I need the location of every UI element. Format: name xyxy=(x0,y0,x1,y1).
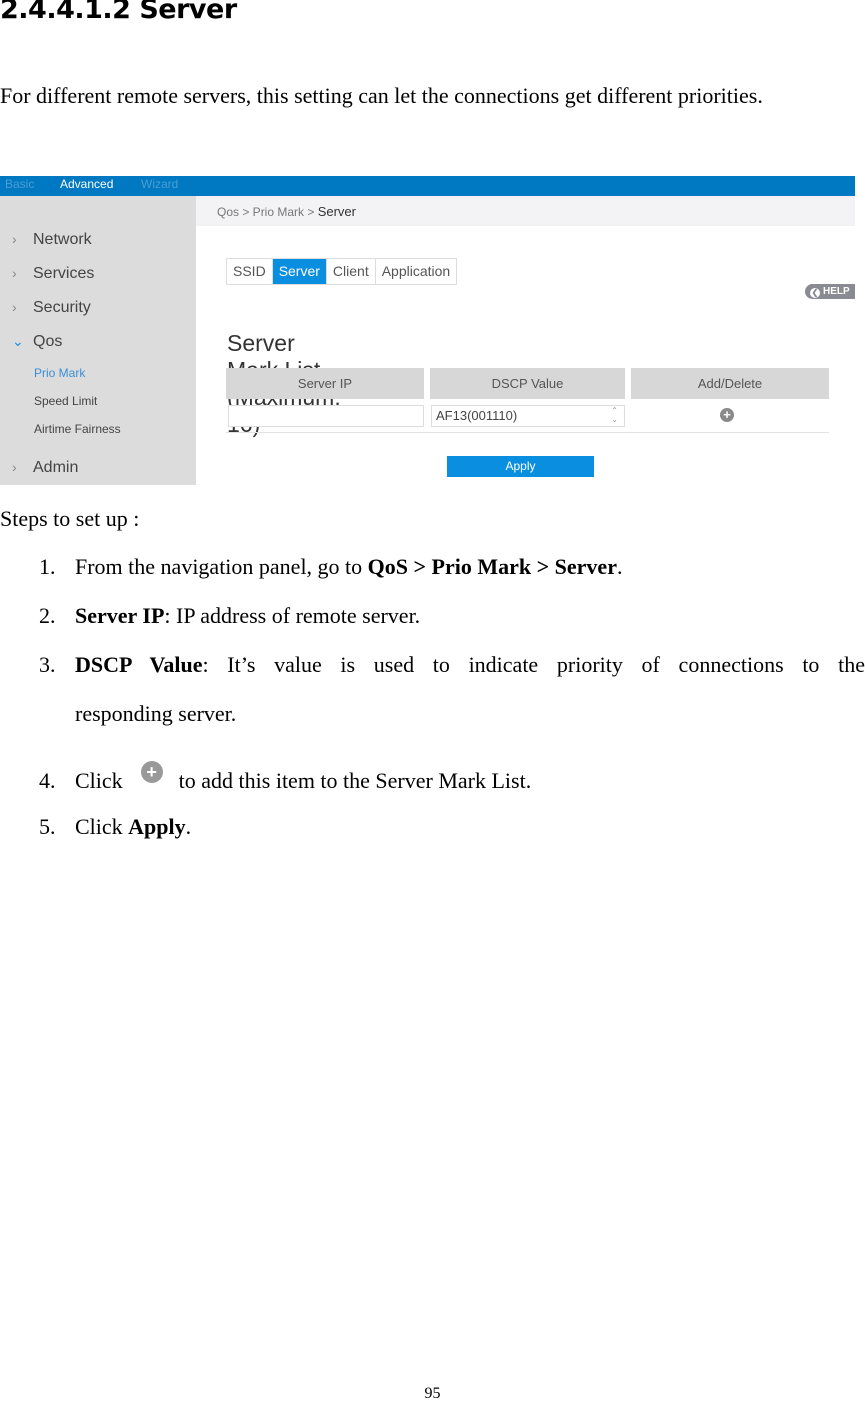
chevron-right-icon: › xyxy=(12,265,17,281)
tab-server[interactable]: Server xyxy=(272,259,327,284)
column-header-server-ip: Server IP xyxy=(226,368,424,399)
add-circle-icon: + xyxy=(140,761,163,783)
step-item: 1. From the navigation panel, go to QoS >… xyxy=(39,554,623,579)
steps-intro: Steps to set up : xyxy=(0,506,140,531)
router-ui-screenshot: Basic Advanced Wizard › Network › Services… xyxy=(0,176,855,485)
section-heading: 2.4.4.1.2 Server xyxy=(0,0,237,25)
sidebar-subitem-airtime-fairness[interactable]: Airtime Fairness xyxy=(34,422,121,436)
tab-client[interactable]: Client xyxy=(327,259,376,284)
help-arrow-icon: ❮ xyxy=(810,288,820,298)
breadcrumb-current: Server xyxy=(317,204,356,219)
column-header-dscp-value: DSCP Value xyxy=(430,368,625,399)
sidebar-subitem-prio-mark[interactable]: Prio Mark xyxy=(34,366,85,380)
sidebar-item-security[interactable]: › Security xyxy=(12,298,91,317)
top-nav-bar: Basic Advanced Wizard xyxy=(0,176,855,196)
sidebar-item-services[interactable]: › Services xyxy=(12,264,94,283)
top-tab-wizard[interactable]: Wizard xyxy=(141,177,178,191)
step-continuation: responding server. xyxy=(75,701,237,726)
help-button[interactable]: ❮ HELP xyxy=(805,284,855,299)
step-item: 4. Click + to add this item to the Server M… xyxy=(39,761,532,793)
breadcrumb-path: Qos > Prio Mark > xyxy=(217,205,318,219)
page-number: 95 xyxy=(424,1385,441,1402)
sidebar-item-network[interactable]: › Network xyxy=(12,230,92,249)
step-item: 2. Server IP: IP address of remote server… xyxy=(39,603,421,628)
column-header-add-delete: Add/Delete xyxy=(631,368,829,399)
plus-icon: + xyxy=(723,407,731,422)
chevron-right-icon: › xyxy=(12,231,17,247)
add-button[interactable]: + xyxy=(720,408,734,422)
sidebar-item-qos[interactable]: ⌄ Qos xyxy=(12,332,62,351)
intro-paragraph: For different remote servers, this setti… xyxy=(0,83,763,108)
server-ip-input[interactable] xyxy=(228,405,424,427)
row-divider xyxy=(226,432,829,433)
sidebar: › Network › Services › Security ⌄ Qos Prio M… xyxy=(0,196,196,485)
dscp-value-select[interactable]: AF13(001110) ⌃ ⌄ xyxy=(431,405,625,427)
tab-ssid[interactable]: SSID xyxy=(227,259,273,284)
step-item: 5. Click Apply. xyxy=(39,814,192,839)
sidebar-subitem-speed-limit[interactable]: Speed Limit xyxy=(34,394,97,408)
apply-button[interactable]: Apply xyxy=(447,456,594,477)
top-tab-advanced[interactable]: Advanced xyxy=(60,177,113,191)
top-tab-basic[interactable]: Basic xyxy=(5,177,34,191)
breadcrumb: Qos > Prio Mark > Server xyxy=(196,196,855,226)
chevron-right-icon: › xyxy=(12,299,17,315)
chevron-down-icon: ⌄ xyxy=(12,333,24,349)
tab-application[interactable]: Application xyxy=(376,259,457,284)
chevron-right-icon: › xyxy=(12,459,17,475)
qos-tabs: SSID Server Client Application xyxy=(226,258,458,285)
sidebar-item-admin[interactable]: › Admin xyxy=(12,458,78,477)
select-arrows-icon: ⌃ ⌄ xyxy=(611,406,618,424)
step-item: 3. DSCP Value: It’s value is used to indi… xyxy=(39,652,865,677)
